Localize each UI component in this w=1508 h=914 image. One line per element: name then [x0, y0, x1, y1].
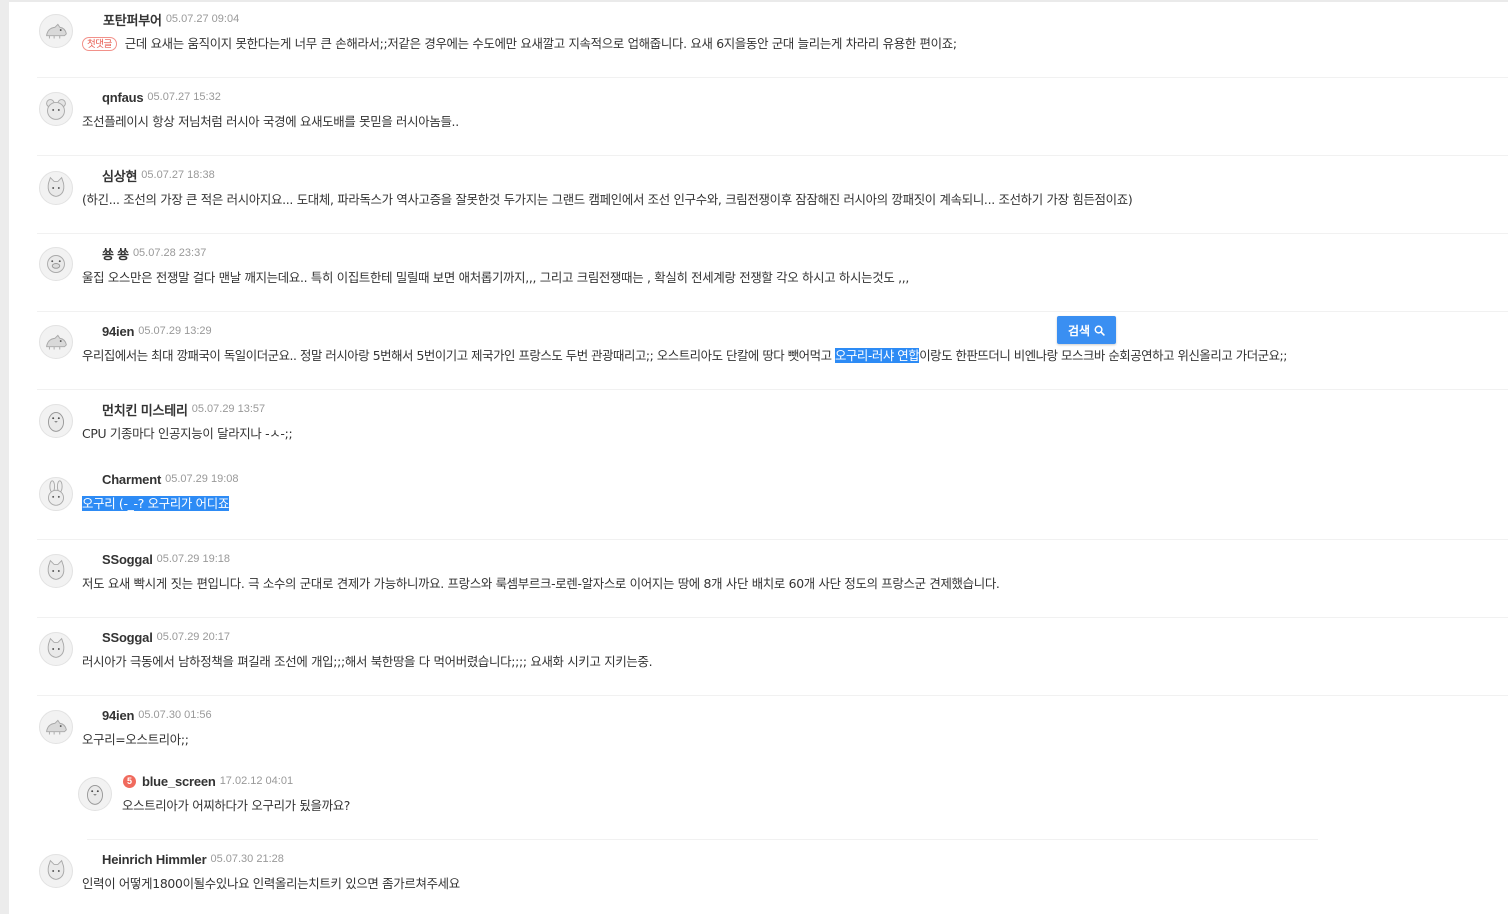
comment-body: 조선플레이시 항상 저님처럼 러시아 국경에 요새도배를 못믿을 러시아놈들..	[82, 114, 459, 129]
comment-header: 5 blue_screen 17.02.12 04:01	[123, 772, 293, 790]
comment-body: (하긴... 조선의 가장 큰 적은 러시아지요... 도대체, 파라독스가 역…	[82, 192, 1133, 207]
comment-author[interactable]: 심상현	[102, 166, 137, 185]
comment-item: SSoggal 05.07.29 20:17 러시아가 극동에서 남하정책을 펴…	[9, 618, 1508, 696]
comment-header: SSoggal 05.07.29 20:17	[102, 628, 230, 646]
comment-header: Charment 05.07.29 19:08	[102, 470, 238, 488]
cat-avatar-icon[interactable]	[39, 171, 73, 205]
search-button-label: 검색	[1067, 323, 1091, 338]
comment-body: 저도 요새 빡시게 짓는 편입니다. 극 소수의 군대로 견제가 가능하니까요.…	[82, 576, 1000, 591]
comment-date: 05.07.29 13:29	[138, 325, 212, 337]
comment-date: 05.07.30 01:56	[138, 709, 212, 721]
comment-date: 05.07.28 23:37	[132, 247, 207, 259]
left-gutter	[0, 0, 9, 914]
comment-date: 05.07.30 21:28	[210, 853, 284, 865]
comment-author[interactable]: qnfaus	[102, 90, 144, 105]
comment-author[interactable]: 94ien	[102, 708, 134, 723]
comment-body: 오구리=오스트리아;;	[82, 732, 189, 747]
comment-header: 포탄퍼부어 05.07.27 09:04	[103, 10, 239, 28]
level-badge: 5	[123, 774, 136, 788]
comment-header: 쑝 쑝 05.07.28 23:37	[102, 244, 206, 262]
comment-text: 우리집에서는 최대 깡패국이 독일이더군요.. 정말 러시아랑 5번해서 5번이…	[82, 346, 1287, 366]
comment-date: 05.07.29 20:17	[156, 631, 231, 643]
selected-text: 오구리-러샤 연합	[835, 348, 920, 363]
comment-body: 인력이 어떻게1800이될수있나요 인력올리는치트키 있으면 좀가르쳐주세요	[82, 876, 460, 891]
reply-item: 5 blue_screen 17.02.12 04:01 오스트리아가 어찌하다…	[9, 762, 1508, 840]
comment-date: 17.02.12 04:01	[219, 775, 294, 787]
dinosaur-avatar-icon[interactable]	[39, 710, 73, 744]
comment-author[interactable]: 먼치킨 미스테리	[102, 400, 188, 419]
comment-author[interactable]: blue_screen	[142, 774, 216, 789]
comment-body: 러시아가 극동에서 남하정책을 펴길래 조선에 개입;;;해서 북한땅을 다 먹…	[82, 654, 653, 669]
comment-item: 94ien 05.07.30 01:56 오구리=오스트리아;;	[9, 696, 1508, 762]
comment-item: Charment 05.07.29 19:08 오구리 (-_-? 오구리가 어…	[9, 462, 1508, 540]
comment-header: 심상현 05.07.27 18:38	[102, 166, 215, 184]
comment-body: 근데 요새는 움직이지 못한다는게 너무 큰 손해라서;;저같은 경우에는 수도…	[124, 36, 957, 51]
dinosaur-avatar-icon[interactable]	[39, 14, 73, 48]
comment-author[interactable]: Heinrich Himmler	[102, 852, 207, 867]
first-comment-badge: 첫댓글	[82, 37, 117, 51]
comment-header: SSoggal 05.07.29 19:18	[102, 550, 230, 568]
comment-author[interactable]: SSoggal	[102, 552, 153, 567]
comment-text: 오구리 (-_-? 오구리가 어디죠	[82, 494, 229, 514]
comment-author[interactable]: Charment	[102, 472, 161, 487]
cat-avatar-icon[interactable]	[39, 854, 73, 888]
comment-author[interactable]: 쑝 쑝	[102, 244, 129, 263]
pig-avatar-icon[interactable]	[39, 247, 73, 281]
comment-author[interactable]: SSoggal	[102, 630, 153, 645]
comment-header: 먼치킨 미스테리 05.07.29 13:57	[102, 400, 265, 418]
comment-item: SSoggal 05.07.29 19:18 저도 요새 빡시게 짓는 편입니다…	[9, 540, 1508, 618]
comment-list: 포탄퍼부어 05.07.27 09:04 첫댓글 근데 요새는 움직이지 못한다는…	[9, 0, 1508, 914]
bear-avatar-icon[interactable]	[39, 92, 73, 126]
comment-header: 94ien 05.07.29 13:29	[102, 322, 212, 340]
dinosaur-avatar-icon[interactable]	[39, 325, 73, 359]
cat-avatar-icon[interactable]	[39, 554, 73, 588]
cat-avatar-icon[interactable]	[39, 632, 73, 666]
comment-header: qnfaus 05.07.27 15:32	[102, 88, 221, 106]
search-icon	[1094, 325, 1105, 336]
rabbit-avatar-icon[interactable]	[39, 477, 73, 511]
comment-date: 05.07.27 09:04	[165, 13, 240, 25]
comment-header: 94ien 05.07.30 01:56	[102, 706, 212, 724]
comment-item: 94ien 05.07.29 13:29 우리집에서는 최대 깡패국이 독일이더…	[9, 312, 1508, 390]
comment-date: 05.07.27 18:38	[141, 169, 215, 181]
comment-body-rest: 이랑도 한판뜨더니 비엔나랑 모스크바 순회공연하고 위신올리고 가더군요;;	[919, 348, 1287, 363]
comment-body: CPU 기종마다 인공지능이 달라지나 -ㅅ-;;	[82, 426, 293, 441]
comment-item: 포탄퍼부어 05.07.27 09:04 첫댓글 근데 요새는 움직이지 못한다는…	[9, 0, 1508, 78]
comment-item: 쑝 쑝 05.07.28 23:37 울집 오스만은 전쟁말 걸다 맨날 깨지는…	[9, 234, 1508, 312]
comment-body: 울집 오스만은 전쟁말 걸다 맨날 깨지는데요.. 특히 이집트한테 밀릴때 보…	[82, 270, 909, 285]
comment-item: 먼치킨 미스테리 05.07.29 13:57 CPU 기종마다 인공지능이 달…	[9, 390, 1508, 462]
comment-body: 오스트리아가 어찌하다가 오구리가 됬을까요?	[122, 798, 351, 813]
comment-text: 첫댓글 근데 요새는 움직이지 못한다는게 너무 큰 손해라서;;저같은 경우에는…	[82, 34, 957, 54]
comment-item: Heinrich Himmler 05.07.30 21:28 인력이 어떻게1…	[9, 840, 1508, 914]
comment-header: Heinrich Himmler 05.07.30 21:28	[102, 850, 284, 868]
comment-body: 우리집에서는 최대 깡패국이 독일이더군요.. 정말 러시아랑 5번해서 5번이…	[82, 348, 836, 363]
selected-text: 오구리 (-_-? 오구리가 어디죠	[82, 496, 229, 511]
comment-author[interactable]: 94ien	[102, 324, 134, 339]
comment-item: 심상현 05.07.27 18:38 (하긴... 조선의 가장 큰 적은 러시…	[9, 156, 1508, 234]
penguin-avatar-icon[interactable]	[39, 404, 73, 438]
penguin-avatar-icon[interactable]	[78, 777, 112, 811]
comment-date: 05.07.29 19:18	[156, 553, 231, 565]
comment-author[interactable]: 포탄퍼부어	[103, 10, 162, 29]
search-selection-button[interactable]: 검색	[1057, 316, 1116, 344]
comment-date: 05.07.29 19:08	[165, 473, 239, 485]
comment-date: 05.07.29 13:57	[191, 403, 266, 415]
comment-date: 05.07.27 15:32	[147, 91, 221, 103]
comment-item: qnfaus 05.07.27 15:32 조선플레이시 항상 저님처럼 러시아…	[9, 78, 1508, 156]
